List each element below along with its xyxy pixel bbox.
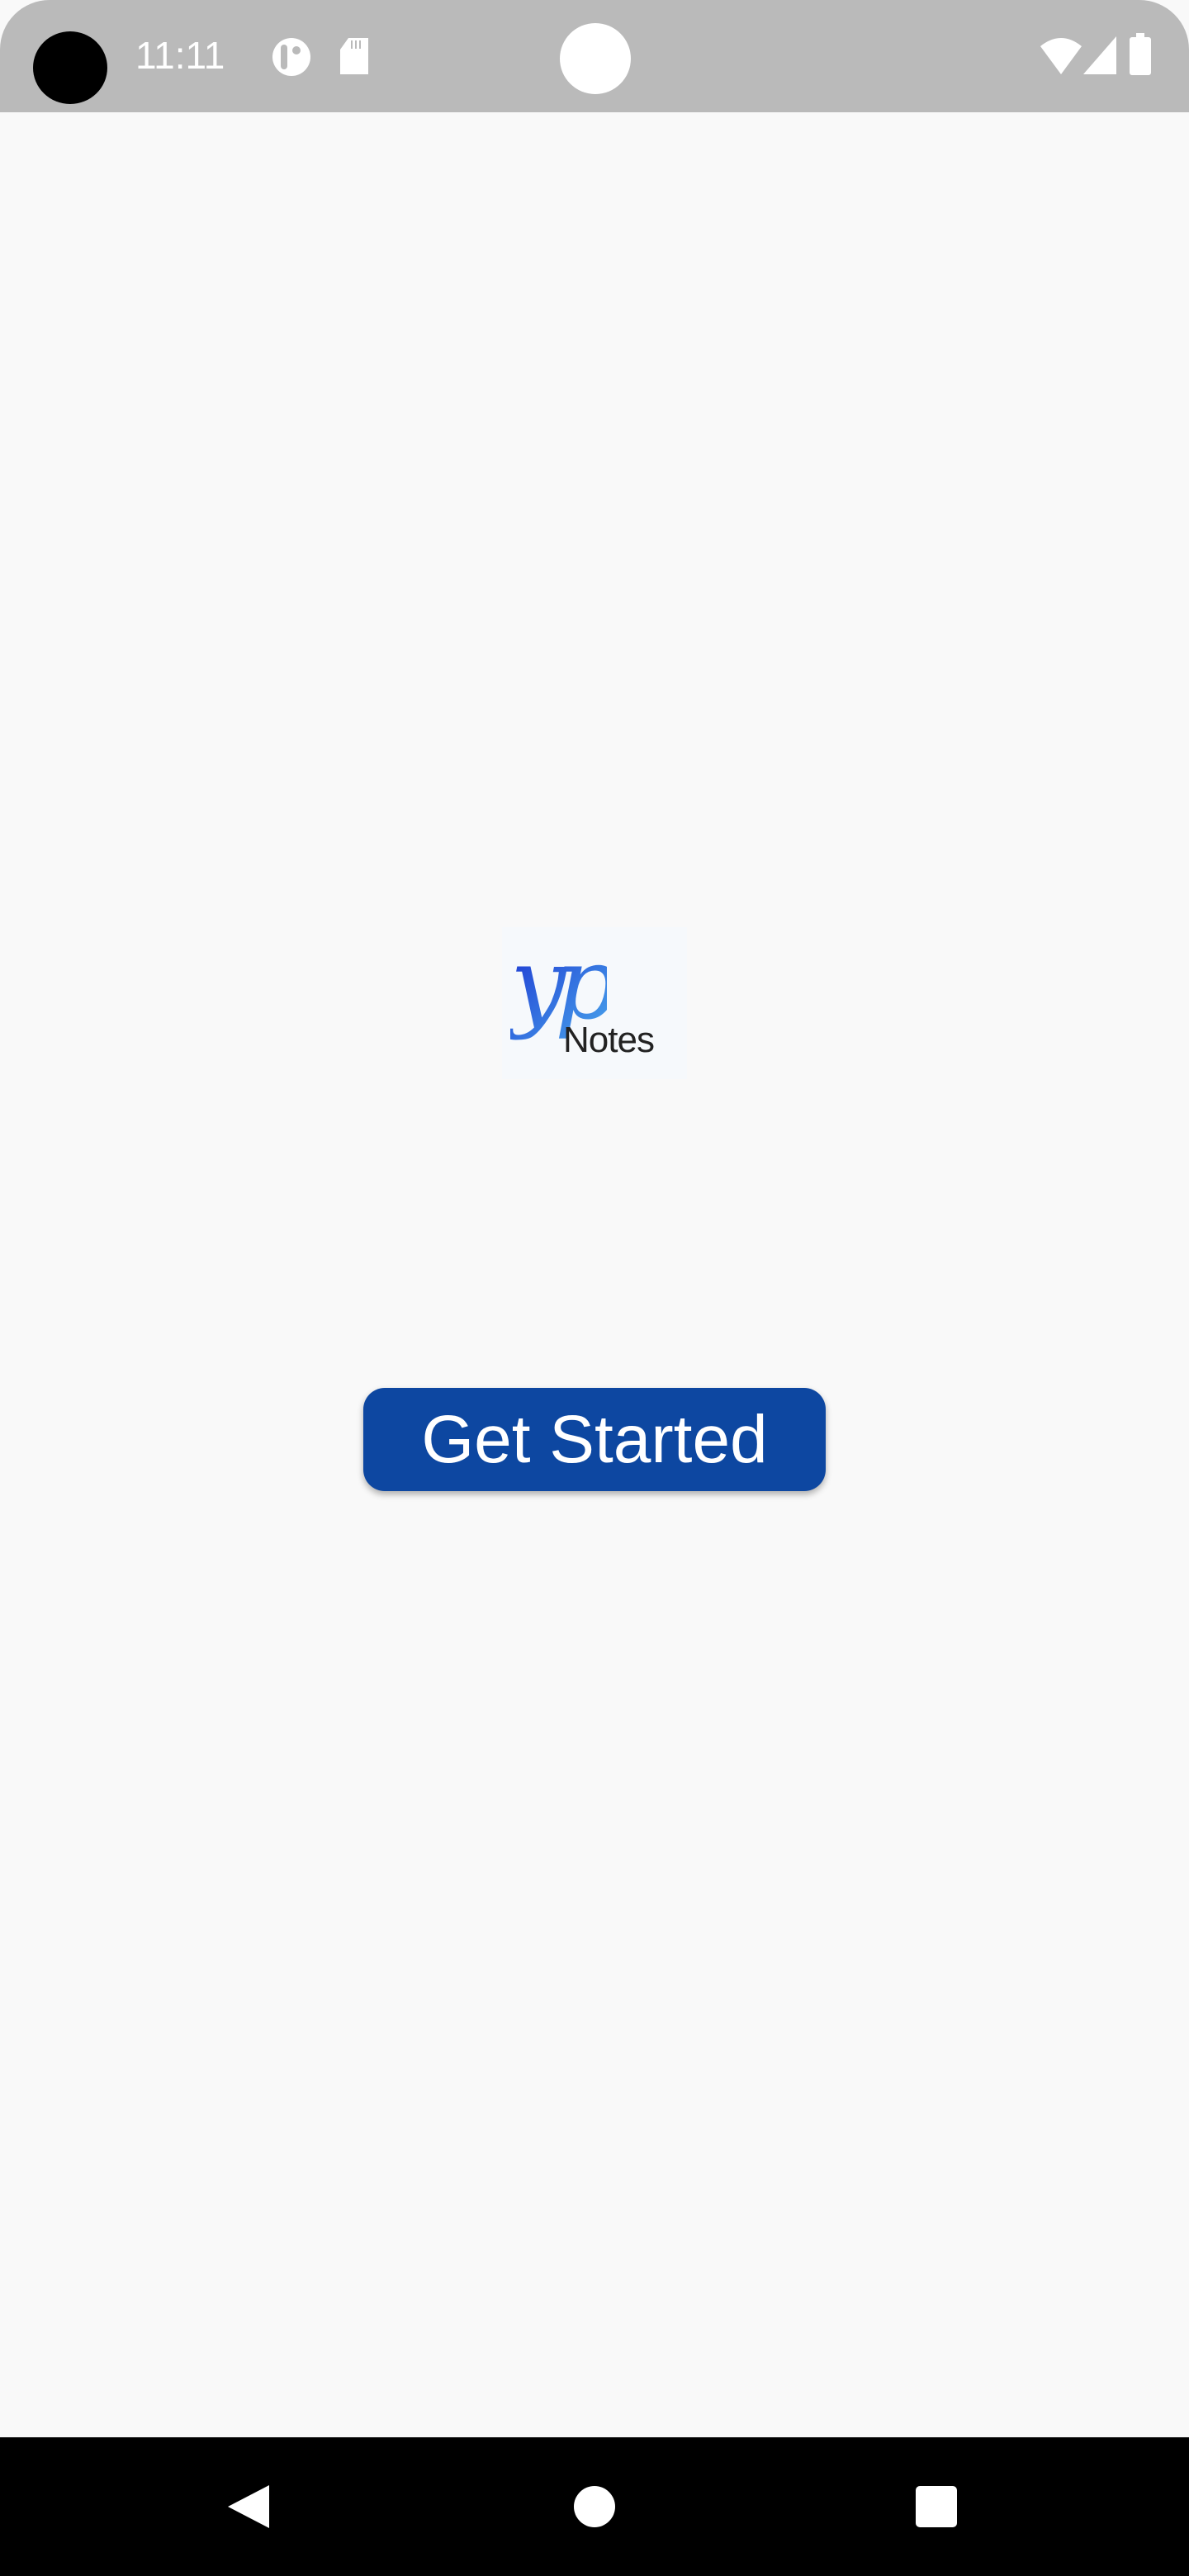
wifi-icon xyxy=(1040,38,1082,74)
back-icon[interactable] xyxy=(226,2484,271,2530)
app-logo: yp Notes xyxy=(502,927,687,1079)
get-started-button[interactable]: Get Started xyxy=(363,1388,826,1491)
status-bar: 11:11 xyxy=(0,0,1189,112)
recents-icon[interactable] xyxy=(915,2485,958,2528)
camera-cutout-icon xyxy=(33,31,107,104)
notification-dot-icon xyxy=(560,23,631,94)
logo-text: Notes xyxy=(563,1020,655,1060)
status-time: 11:11 xyxy=(135,34,225,77)
signal-icon xyxy=(1083,36,1116,74)
battery-icon xyxy=(1130,33,1151,75)
home-icon[interactable] xyxy=(573,2485,616,2528)
pocket-icon xyxy=(272,38,310,76)
navigation-bar xyxy=(0,2437,1189,2576)
sd-card-icon xyxy=(340,38,368,74)
